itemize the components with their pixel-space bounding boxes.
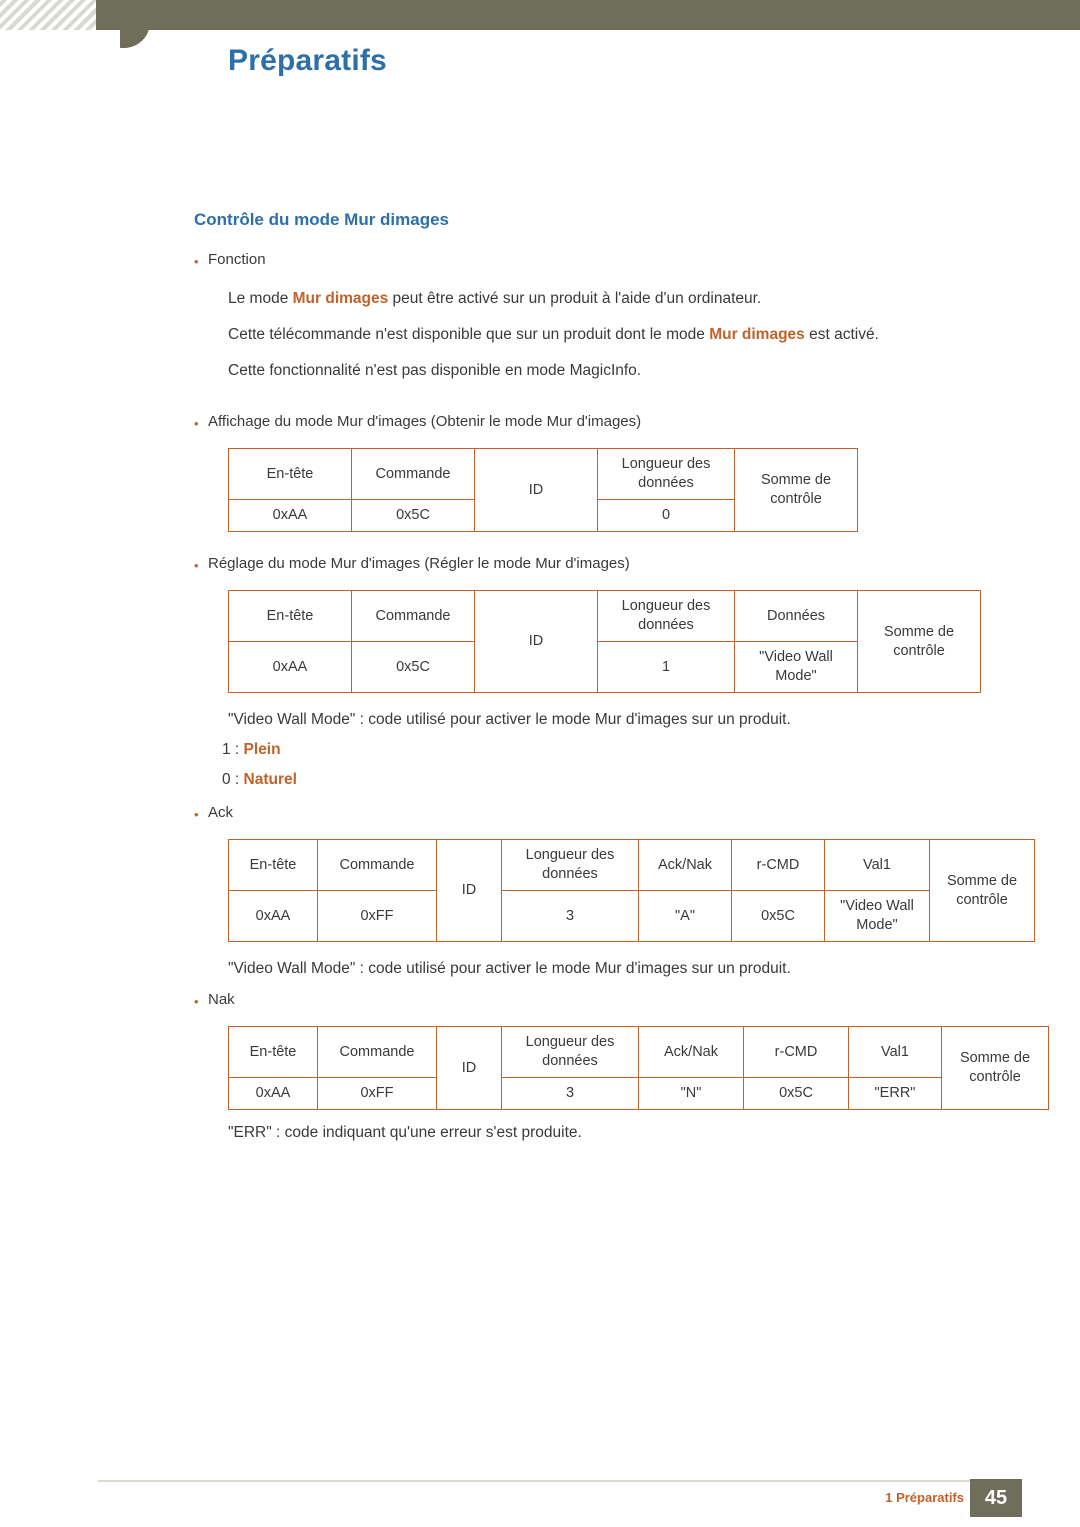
table-cell-header-commande: Commande	[351, 590, 475, 642]
table-cell-header-id: ID	[436, 839, 502, 942]
table-row: 0xAA 0xFF 3 "A" 0x5C "Video Wall Mode"	[228, 890, 1035, 942]
legend-value-one: 1 : Plein	[222, 741, 1080, 759]
table-cell-value-entete: 0xAA	[228, 890, 318, 942]
table-row: En-tête Commande ID Longueur des données…	[228, 448, 858, 532]
paragraph-magicinfo: Cette fonctionnalité n'est pas disponibl…	[228, 362, 642, 379]
table-cell-value-val1: "Video Wall Mode"	[824, 890, 930, 942]
table-get-videowall: En-tête Commande ID Longueur des données…	[228, 448, 858, 532]
legend-zero-value: Naturel	[243, 771, 297, 788]
table-cell-header-val1: Val1	[824, 839, 930, 891]
table-cell-header-somme: Somme de contrôle	[941, 1026, 1049, 1110]
paragraph-2-pre: Cette télécommande n'est disponible que …	[228, 326, 710, 343]
paragraph-2-post: est activé.	[804, 326, 879, 343]
bullet-dot-icon: •	[194, 416, 199, 431]
section-title: Contrôle du mode Mur dimages	[194, 210, 450, 229]
table-cell-value-longueur: 3	[501, 890, 639, 942]
bullet-reglage-label: Réglage du mode Mur d'images (Régler le …	[208, 555, 630, 572]
videowall-note-1: "Video Wall Mode" : code utilisé pour ac…	[228, 711, 791, 728]
table-cell-value-commande: 0x5C	[351, 641, 475, 693]
table-cell-value-entete: 0xAA	[228, 1077, 318, 1110]
table-cell-header-entete: En-tête	[228, 839, 318, 891]
table-cell-header-somme: Somme de contrôle	[929, 839, 1035, 942]
table-cell-header-acknak: Ack/Nak	[638, 1026, 744, 1078]
table-cell-value-rcmd: 0x5C	[731, 890, 825, 942]
bullet-nak-label: Nak	[208, 991, 235, 1008]
table-cell-value-donnees: "Video Wall Mode"	[734, 641, 858, 693]
bullet-fonction: • Fonction	[194, 250, 1080, 272]
table-nak: En-tête Commande ID Longueur des données…	[228, 1026, 1049, 1110]
footer-page-number: 45	[970, 1479, 1022, 1517]
table-cell-header-entete: En-tête	[228, 448, 352, 500]
legend-one-prefix: 1 :	[222, 741, 244, 758]
table-cell-header-longueur: Longueur des données	[501, 839, 639, 891]
header-notch-decoration	[120, 0, 150, 48]
bullet-fonction-label: Fonction	[208, 251, 266, 268]
table-cell-value-commande: 0xFF	[317, 1077, 437, 1110]
table-row: 0xAA 0xFF 3 "N" 0x5C "ERR"	[228, 1077, 1049, 1110]
table-cell-value-rcmd: 0x5C	[743, 1077, 849, 1110]
table-row: En-tête Commande ID Longueur des données…	[228, 1026, 1049, 1110]
table-cell-header-entete: En-tête	[228, 590, 352, 642]
legend-zero-prefix: 0 :	[222, 771, 244, 788]
table-cell-value-longueur: 1	[597, 641, 735, 693]
paragraph-remote-availability: Cette télécommande n'est disponible que …	[228, 324, 1080, 346]
table-cell-header-id: ID	[436, 1026, 502, 1110]
table-cell-header-longueur: Longueur des données	[597, 590, 735, 642]
bullet-dot-icon: •	[194, 807, 199, 822]
paragraph-1-post: peut être activé sur un produit à l'aide…	[388, 290, 762, 307]
table-cell-header-rcmd: r-CMD	[743, 1026, 849, 1078]
table-cell-value-longueur: 3	[501, 1077, 639, 1110]
table-cell-header-acknak: Ack/Nak	[638, 839, 732, 891]
table-cell-header-entete: En-tête	[228, 1026, 318, 1078]
table-cell-header-somme: Somme de contrôle	[734, 448, 858, 532]
table-cell-value-val1: "ERR"	[848, 1077, 942, 1110]
table-ack: En-tête Commande ID Longueur des données…	[228, 839, 1035, 942]
page-title: Préparatifs	[228, 44, 387, 77]
err-note: "ERR" : code indiquant qu'une erreur s'e…	[228, 1124, 582, 1141]
header-hatch-decoration	[0, 0, 96, 30]
bullet-ack-label: Ack	[208, 804, 234, 821]
table-cell-header-longueur: Longueur des données	[597, 448, 735, 500]
table-cell-header-somme: Somme de contrôle	[857, 590, 981, 693]
table-cell-header-val1: Val1	[848, 1026, 942, 1078]
table-cell-value-commande: 0xFF	[317, 890, 437, 942]
table-cell-header-commande: Commande	[351, 448, 475, 500]
legend-one-value: Plein	[243, 741, 281, 758]
paragraph-1-pre: Le mode	[228, 290, 293, 307]
bullet-affichage: • Affichage du mode Mur d'images (Obteni…	[194, 412, 1080, 434]
bullet-affichage-label: Affichage du mode Mur d'images (Obtenir …	[208, 413, 642, 430]
bullet-dot-icon: •	[194, 558, 199, 573]
table-cell-header-donnees: Données	[734, 590, 858, 642]
table-cell-header-rcmd: r-CMD	[731, 839, 825, 891]
table-cell-header-id: ID	[474, 590, 598, 693]
table-cell-header-commande: Commande	[317, 839, 437, 891]
table-cell-value-entete: 0xAA	[228, 641, 352, 693]
footer-chapter-label: 1 Préparatifs	[885, 1490, 964, 1505]
header-band	[0, 0, 1080, 30]
document-content: Contrôle du mode Mur dimages • Fonction …	[0, 210, 1080, 1142]
table-cell-value-entete: 0xAA	[228, 499, 352, 532]
bullet-ack: • Ack	[194, 803, 1080, 825]
bullet-dot-icon: •	[194, 254, 199, 269]
paragraph-mode-activation: Le mode Mur dimages peut être activé sur…	[228, 288, 1080, 310]
table-row: En-tête Commande ID Longueur des données…	[228, 590, 981, 693]
table-row: En-tête Commande ID Longueur des données…	[228, 839, 1035, 942]
table-cell-header-longueur: Longueur des données	[501, 1026, 639, 1078]
footer-divider	[98, 1480, 982, 1482]
table-cell-value-commande: 0x5C	[351, 499, 475, 532]
table-cell-value-longueur: 0	[597, 499, 735, 532]
table-cell-header-commande: Commande	[317, 1026, 437, 1078]
bullet-reglage: • Réglage du mode Mur d'images (Régler l…	[194, 554, 1080, 576]
paragraph-1-bold: Mur dimages	[292, 290, 389, 307]
legend-value-zero: 0 : Naturel	[222, 771, 1080, 789]
table-cell-value-acknak: "N"	[638, 1077, 744, 1110]
table-cell-value-acknak: "A"	[638, 890, 732, 942]
table-set-videowall: En-tête Commande ID Longueur des données…	[228, 590, 981, 693]
bullet-dot-icon: •	[194, 994, 199, 1009]
paragraph-2-bold: Mur dimages	[709, 326, 805, 343]
bullet-nak: • Nak	[194, 990, 1080, 1012]
table-cell-header-id: ID	[474, 448, 598, 532]
videowall-note-2: "Video Wall Mode" : code utilisé pour ac…	[228, 960, 791, 977]
